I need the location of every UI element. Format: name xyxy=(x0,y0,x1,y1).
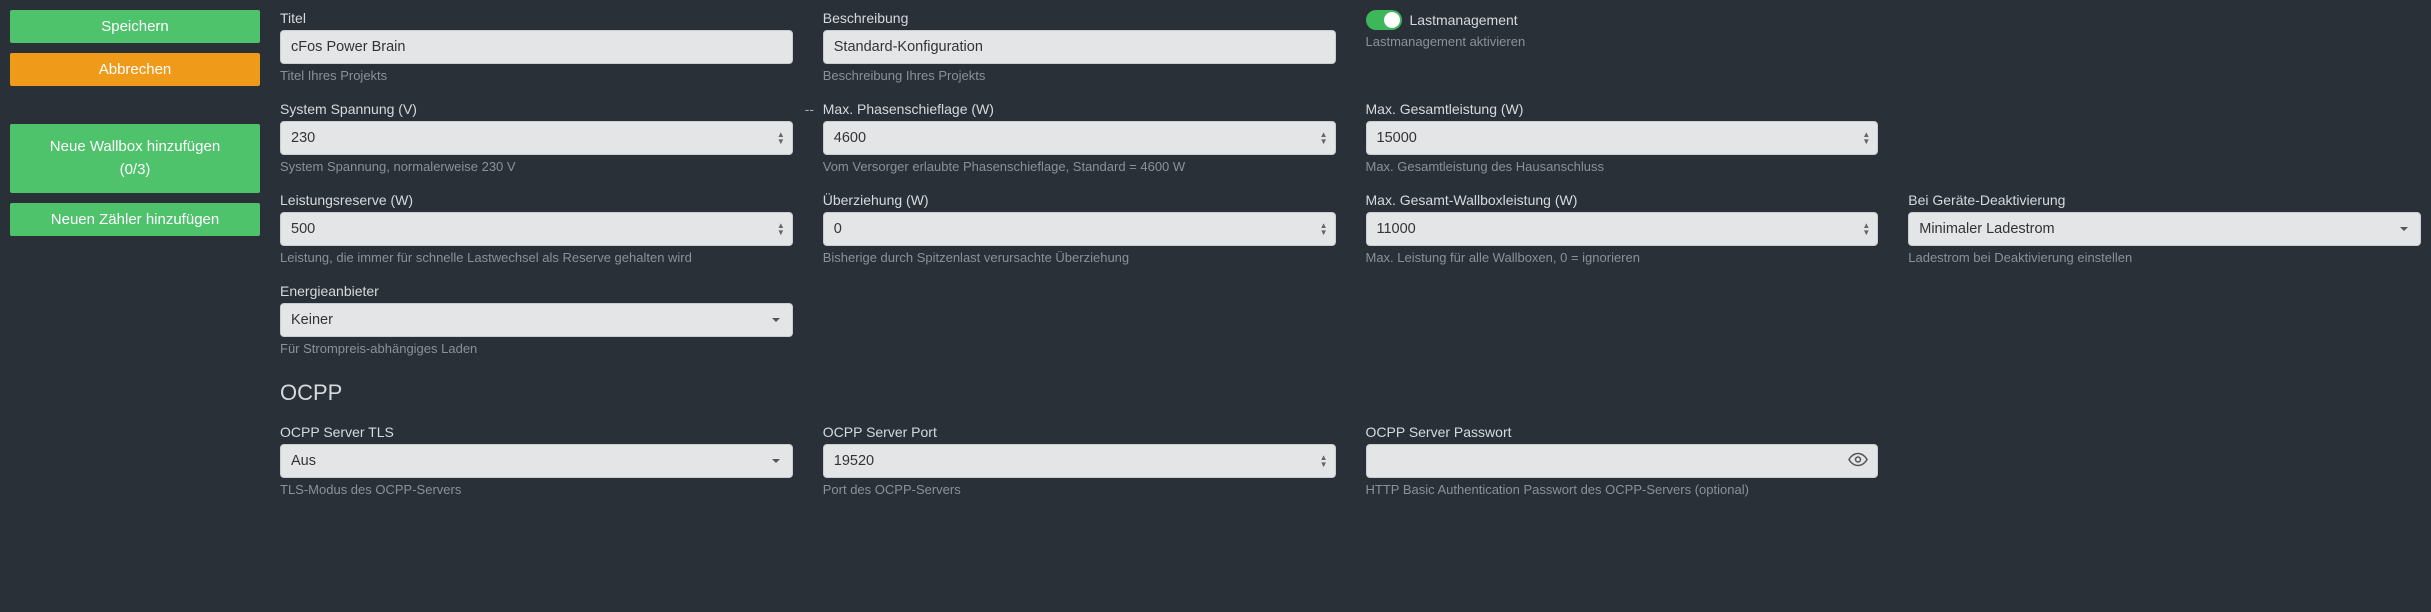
ocpp-password-input[interactable] xyxy=(1366,444,1879,478)
field-power-reserve: Leistungsreserve (W) ▲▼ Leistung, die im… xyxy=(280,192,793,265)
title-input[interactable] xyxy=(280,30,793,64)
settings-form: Titel Titel Ihres Projekts Beschreibung … xyxy=(280,10,2421,497)
field-energy-provider: Energieanbieter Keiner Für Strompreis-ab… xyxy=(280,283,793,356)
help-load-management: Lastmanagement aktivieren xyxy=(1366,34,1879,49)
help-overdraft: Bisherige durch Spitzenlast verursachte … xyxy=(823,250,1336,265)
help-deactivation: Ladestrom bei Deaktivierung einstellen xyxy=(1908,250,2421,265)
description-input[interactable] xyxy=(823,30,1336,64)
label-ocpp-password: OCPP Server Passwort xyxy=(1366,424,1879,440)
field-max-wallbox-power: Max. Gesamt-Wallboxleistung (W) ▲▼ Max. … xyxy=(1366,192,1879,265)
deactivation-select[interactable]: Minimaler Ladestrom xyxy=(1908,212,2421,246)
add-meter-button[interactable]: Neuen Zähler hinzufügen xyxy=(10,203,260,236)
section-ocpp-title: OCPP xyxy=(280,380,2421,406)
help-ocpp-password: HTTP Basic Authentication Passwort des O… xyxy=(1366,482,1879,497)
field-load-management: Lastmanagement Lastmanagement aktivieren xyxy=(1366,10,1879,83)
label-overdraft: Überziehung (W) xyxy=(823,192,1336,208)
label-max-wallbox: Max. Gesamt-Wallboxleistung (W) xyxy=(1366,192,1879,208)
help-provider: Für Strompreis-abhängiges Laden xyxy=(280,341,793,356)
field-deactivation: Bei Geräte-Deaktivierung Minimaler Lades… xyxy=(1908,192,2421,265)
label-voltage: System Spannung (V) xyxy=(280,101,793,117)
label-ocpp-tls: OCPP Server TLS xyxy=(280,424,793,440)
label-deactivation: Bei Geräte-Deaktivierung xyxy=(1908,192,2421,208)
field-overdraft: Überziehung (W) ▲▼ Bisherige durch Spitz… xyxy=(823,192,1336,265)
field-max-total-power: Max. Gesamtleistung (W) ▲▼ Max. Gesamtle… xyxy=(1366,101,1879,174)
help-ocpp-port: Port des OCPP-Servers xyxy=(823,482,1336,497)
label-description: Beschreibung xyxy=(823,10,1336,26)
field-ocpp-password: OCPP Server Passwort HTTP Basic Authenti… xyxy=(1366,424,1879,497)
reserve-input[interactable] xyxy=(280,212,793,246)
provider-select[interactable]: Keiner xyxy=(280,303,793,337)
save-button[interactable]: Speichern xyxy=(10,10,260,43)
help-title: Titel Ihres Projekts xyxy=(280,68,793,83)
max-wallbox-input[interactable] xyxy=(1366,212,1879,246)
ocpp-port-input[interactable] xyxy=(823,444,1336,478)
label-ocpp-port: OCPP Server Port xyxy=(823,424,1336,440)
label-title: Titel xyxy=(280,10,793,26)
max-total-input[interactable] xyxy=(1366,121,1879,155)
field-title: Titel Titel Ihres Projekts xyxy=(280,10,793,83)
dash-prefix: -- xyxy=(805,101,814,117)
ocpp-tls-select[interactable]: Aus xyxy=(280,444,793,478)
label-reserve: Leistungsreserve (W) xyxy=(280,192,793,208)
help-ocpp-tls: TLS-Modus des OCPP-Servers xyxy=(280,482,793,497)
voltage-input[interactable] xyxy=(280,121,793,155)
help-phase-imbalance: Vom Versorger erlaubte Phasenschieflage,… xyxy=(823,159,1336,174)
help-reserve: Leistung, die immer für schnelle Lastwec… xyxy=(280,250,793,265)
label-phase-imbalance: Max. Phasenschieflage (W) xyxy=(823,101,1336,117)
field-ocpp-tls: OCPP Server TLS Aus TLS-Modus des OCPP-S… xyxy=(280,424,793,497)
help-max-total: Max. Gesamtleistung des Hausanschluss xyxy=(1366,159,1879,174)
help-voltage: System Spannung, normalerweise 230 V xyxy=(280,159,793,174)
label-provider: Energieanbieter xyxy=(280,283,793,299)
field-ocpp-port: OCPP Server Port ▲▼ Port des OCPP-Server… xyxy=(823,424,1336,497)
field-description: Beschreibung Beschreibung Ihres Projekts xyxy=(823,10,1336,83)
label-max-total: Max. Gesamtleistung (W) xyxy=(1366,101,1879,117)
field-phase-imbalance: -- Max. Phasenschieflage (W) ▲▼ Vom Vers… xyxy=(823,101,1336,174)
help-max-wallbox: Max. Leistung für alle Wallboxen, 0 = ig… xyxy=(1366,250,1879,265)
show-password-icon[interactable] xyxy=(1848,453,1868,470)
phase-imbalance-input[interactable] xyxy=(823,121,1336,155)
label-load-management: Lastmanagement xyxy=(1410,12,1518,28)
load-management-toggle[interactable] xyxy=(1366,10,1402,30)
sidebar: Speichern Abbrechen Neue Wallbox hinzufü… xyxy=(10,10,260,497)
help-description: Beschreibung Ihres Projekts xyxy=(823,68,1336,83)
overdraft-input[interactable] xyxy=(823,212,1336,246)
add-wallbox-button[interactable]: Neue Wallbox hinzufügen (0/3) xyxy=(10,124,260,193)
cancel-button[interactable]: Abbrechen xyxy=(10,53,260,86)
field-system-voltage: System Spannung (V) ▲▼ System Spannung, … xyxy=(280,101,793,174)
